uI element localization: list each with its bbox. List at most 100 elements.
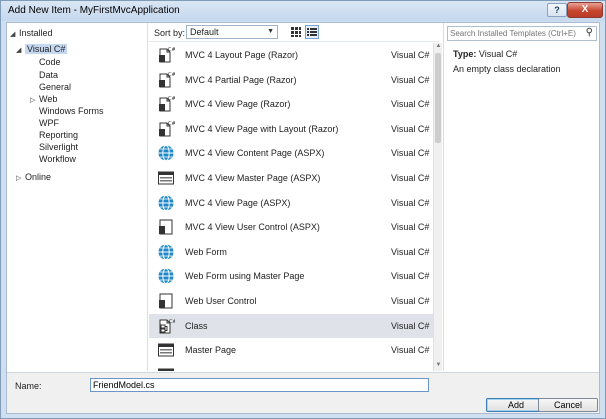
- template-list-item[interactable]: Master Page Visual C#: [149, 338, 433, 362]
- template-language: Visual C#: [391, 50, 430, 60]
- template-search-box[interactable]: ⚲: [447, 26, 597, 41]
- tree-item-workflow[interactable]: Workflow: [39, 153, 76, 165]
- template-name: MVC 4 View User Control (ASPX): [185, 222, 320, 233]
- tree-item-windows-forms[interactable]: Windows Forms: [39, 105, 104, 117]
- template-name: Web Form using Master Page: [185, 271, 305, 282]
- cs-page-icon: C#: [157, 120, 175, 138]
- template-list-item[interactable]: C# MVC 4 Layout Page (Razor) Visual C#: [149, 43, 433, 67]
- template-name: Nested Master Page: [185, 370, 267, 371]
- template-list-item[interactable]: Web User Control Visual C#: [149, 289, 433, 313]
- expand-caret-icon[interactable]: ▷: [16, 173, 25, 185]
- template-name: MVC 4 View Page (ASPX): [185, 197, 291, 208]
- bottom-panel: Name: Add Cancel: [7, 372, 599, 413]
- template-name: MVC 4 View Master Page (ASPX): [185, 173, 321, 183]
- scrollbar-thumb[interactable]: [435, 53, 441, 143]
- expand-caret-icon[interactable]: ◢: [10, 29, 19, 41]
- cs-page-icon: C#: [157, 95, 175, 113]
- sort-by-label: Sort by:: [154, 28, 186, 38]
- tree-item-installed[interactable]: ◢ Installed: [10, 27, 53, 39]
- template-list-item[interactable]: MVC 4 View Page (ASPX) Visual C#: [149, 191, 433, 215]
- tree-item-web[interactable]: ▷ Web: [30, 93, 57, 105]
- tree-item-code[interactable]: Code: [39, 56, 61, 68]
- template-name: MVC 4 Layout Page (Razor): [185, 50, 299, 60]
- tree-item-visual-csharp[interactable]: ◢ Visual C#: [16, 43, 68, 57]
- template-language: Visual C#: [391, 123, 430, 134]
- svg-text:C#: C#: [168, 121, 175, 127]
- scroll-down-icon[interactable]: ▼: [434, 362, 443, 371]
- class-icon: C#: [157, 317, 175, 335]
- template-description: An empty class declaration: [453, 64, 561, 74]
- search-icon[interactable]: ⚲: [586, 27, 593, 38]
- name-label: Name:: [15, 381, 42, 391]
- close-button[interactable]: X: [567, 2, 603, 18]
- user-control-icon: [157, 218, 175, 236]
- template-list-item[interactable]: Nested Master Page Visual C#: [149, 363, 433, 371]
- svg-text:C#: C#: [168, 96, 175, 102]
- tree-item-silverlight[interactable]: Silverlight: [39, 141, 78, 153]
- help-button[interactable]: ?: [547, 3, 567, 17]
- template-name: Web Form: [185, 246, 227, 257]
- title-bar: Add New Item - MyFirstMvcApplication ? X: [1, 1, 605, 21]
- master-page-icon: [157, 169, 175, 187]
- master-page-icon: [157, 366, 175, 371]
- sort-by-select[interactable]: Default ▼: [186, 25, 278, 39]
- template-name: MVC 4 View Content Page (ASPX): [185, 148, 325, 159]
- template-list-scrollbar[interactable]: ▲ ▼: [433, 43, 442, 371]
- view-list-button[interactable]: [305, 25, 319, 39]
- sort-toolbar: Sort by: Default ▼: [149, 23, 439, 42]
- tree-item-wpf[interactable]: WPF: [39, 117, 59, 129]
- add-new-item-dialog: Add New Item - MyFirstMvcApplication ? X…: [0, 0, 606, 419]
- template-language: Visual C#: [391, 370, 429, 371]
- dialog-title: Add New Item - MyFirstMvcApplication: [8, 5, 180, 16]
- template-language: Visual C#: [391, 271, 430, 282]
- template-name: Web User Control: [185, 296, 257, 306]
- template-list-item[interactable]: C# MVC 4 View Page (Razor) Visual C#: [149, 92, 433, 116]
- tree-item-data[interactable]: Data: [39, 69, 58, 81]
- template-type: Type: Visual C#: [453, 49, 518, 59]
- template-list-item[interactable]: MVC 4 View Content Page (ASPX) Visual C#: [149, 141, 433, 165]
- template-language: Visual C#: [391, 74, 430, 85]
- template-list-item[interactable]: Web Form Visual C#: [149, 240, 433, 264]
- cancel-button[interactable]: Cancel: [538, 398, 598, 412]
- globe-icon: [157, 267, 175, 285]
- template-language: Visual C#: [391, 99, 430, 110]
- template-name: Class: [185, 320, 208, 331]
- template-list-item[interactable]: MVC 4 View Master Page (ASPX) Visual C#: [149, 166, 433, 190]
- scroll-up-icon[interactable]: ▲: [434, 43, 443, 52]
- tree-item-online[interactable]: ▷ Online: [16, 171, 51, 183]
- grid-view-icon: [291, 27, 301, 37]
- user-control-icon: [157, 292, 175, 310]
- template-list-item[interactable]: MVC 4 View User Control (ASPX) Visual C#: [149, 215, 433, 239]
- template-language: Visual C#: [391, 246, 430, 257]
- template-list-item[interactable]: Web Form using Master Page Visual C#: [149, 264, 433, 288]
- dialog-content: ◢ Installed ◢ Visual C# Code Data General …: [6, 22, 600, 414]
- template-language: Visual C#: [391, 173, 430, 183]
- template-language: Visual C#: [391, 197, 430, 208]
- template-list-item[interactable]: C# Class Visual C#: [149, 313, 433, 338]
- template-language: Visual C#: [391, 222, 430, 233]
- template-list-item[interactable]: C# MVC 4 Partial Page (Razor) Visual C#: [149, 68, 433, 92]
- search-input[interactable]: [450, 28, 578, 39]
- expand-caret-icon[interactable]: ▷: [30, 95, 39, 107]
- add-button[interactable]: Add: [486, 398, 546, 412]
- tree-item-general[interactable]: General: [39, 81, 71, 93]
- svg-text:C#: C#: [168, 47, 175, 53]
- template-list-item[interactable]: C# MVC 4 View Page with Layout (Razor) Vis…: [149, 117, 433, 141]
- expand-caret-icon[interactable]: ◢: [16, 45, 25, 57]
- template-category-tree: ◢ Installed ◢ Visual C# Code Data General …: [7, 23, 148, 371]
- tree-item-reporting[interactable]: Reporting: [39, 129, 78, 141]
- name-field[interactable]: [90, 378, 429, 392]
- template-name: MVC 4 Partial Page (Razor): [185, 74, 297, 85]
- template-language: Visual C#: [391, 345, 430, 356]
- svg-text:C#: C#: [169, 319, 175, 325]
- template-name: MVC 4 View Page with Layout (Razor): [185, 123, 339, 134]
- globe-icon: [157, 194, 175, 212]
- globe-icon: [157, 243, 175, 261]
- list-view-icon: [307, 28, 317, 36]
- view-medium-icons-button[interactable]: [289, 25, 303, 39]
- template-language: Visual C#: [391, 296, 430, 306]
- master-page-icon: [157, 341, 175, 359]
- svg-text:C#: C#: [168, 72, 175, 78]
- template-language: Visual C#: [391, 320, 430, 331]
- template-name: Master Page: [185, 345, 237, 356]
